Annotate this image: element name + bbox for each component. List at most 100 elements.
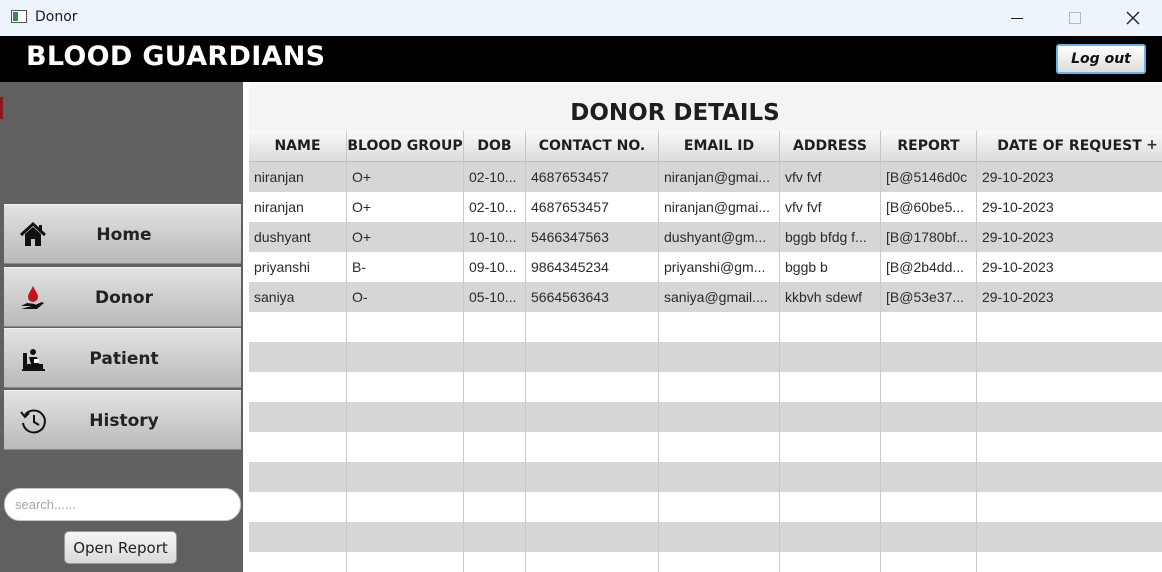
minimize-button[interactable] bbox=[988, 0, 1046, 36]
table-cell bbox=[347, 372, 464, 402]
table-row[interactable] bbox=[249, 432, 1162, 462]
sidebar: Home Donor Patient History Open Report bbox=[0, 82, 243, 572]
table-row[interactable]: saniya O- 05-10... 5664563643 saniya@gmail..… bbox=[249, 282, 1162, 312]
minimize-icon bbox=[1011, 17, 1023, 19]
table-cell bbox=[659, 492, 780, 522]
table-cell bbox=[526, 522, 659, 552]
blood-donation-icon bbox=[21, 286, 44, 309]
table-cell bbox=[780, 312, 881, 342]
table-row[interactable] bbox=[249, 492, 1162, 522]
table-cell bbox=[659, 432, 780, 462]
table-cell bbox=[659, 312, 780, 342]
donor-table[interactable]: NAME BLOOD GROUP DOB CONTACT NO. EMAIL I… bbox=[249, 131, 1162, 572]
column-header-report[interactable]: REPORT bbox=[881, 131, 977, 161]
table-cell: niranjan bbox=[249, 162, 347, 192]
sidebar-item-label: Donor bbox=[95, 288, 153, 308]
table-cell bbox=[464, 432, 526, 462]
table-cell: 05-10... bbox=[464, 282, 526, 312]
table-header: NAME BLOOD GROUP DOB CONTACT NO. EMAIL I… bbox=[249, 131, 1162, 162]
table-cell bbox=[977, 552, 1142, 572]
table-cell: 5664563643 bbox=[526, 282, 659, 312]
table-row[interactable]: niranjan O+ 02-10... 4687653457 niranjan@gma… bbox=[249, 162, 1162, 192]
table-cell bbox=[881, 342, 977, 372]
sidebar-item-donor[interactable]: Donor bbox=[4, 267, 241, 327]
search-input[interactable] bbox=[4, 488, 241, 521]
table-cell bbox=[881, 432, 977, 462]
brand-title: BLOOD GUARDIANS bbox=[26, 41, 326, 72]
table-cell bbox=[780, 462, 881, 492]
table-cell bbox=[464, 462, 526, 492]
sidebar-item-patient[interactable]: Patient bbox=[4, 328, 241, 388]
table-cell: 29-10-2023 bbox=[982, 199, 1054, 215]
column-header-contact[interactable]: CONTACT NO. bbox=[526, 131, 659, 161]
table-cell: saniya bbox=[249, 282, 347, 312]
table-cell bbox=[881, 492, 977, 522]
column-menu-button[interactable]: + bbox=[1142, 131, 1162, 161]
table-cell bbox=[464, 522, 526, 552]
column-header-email[interactable]: EMAIL ID bbox=[659, 131, 780, 161]
table-cell bbox=[249, 342, 347, 372]
table-cell bbox=[659, 552, 780, 572]
close-button[interactable] bbox=[1104, 0, 1162, 36]
table-row[interactable] bbox=[249, 342, 1162, 372]
table-row[interactable]: priyanshi B- 09-10... 9864345234 priyanshi@g… bbox=[249, 252, 1162, 282]
column-header-address[interactable]: ADDRESS bbox=[780, 131, 881, 161]
table-cell bbox=[659, 402, 780, 432]
table-cell: dushyant@gm... bbox=[659, 222, 780, 252]
sidebar-accent bbox=[0, 97, 3, 119]
table-row[interactable] bbox=[249, 552, 1162, 572]
table-cell bbox=[977, 372, 1142, 402]
table-cell: 5466347563 bbox=[526, 222, 659, 252]
table-cell bbox=[526, 432, 659, 462]
table-cell: O+ bbox=[347, 192, 464, 222]
maximize-icon bbox=[1069, 12, 1081, 24]
open-report-button[interactable]: Open Report bbox=[64, 531, 177, 564]
table-row[interactable] bbox=[249, 402, 1162, 432]
column-header-name[interactable]: NAME bbox=[249, 131, 347, 161]
table-cell: niranjan bbox=[249, 192, 347, 222]
table-cell bbox=[881, 522, 977, 552]
table-cell bbox=[881, 312, 977, 342]
table-cell bbox=[780, 372, 881, 402]
sidebar-item-home[interactable]: Home bbox=[4, 204, 241, 264]
table-cell: bggb bfdg f... bbox=[780, 222, 881, 252]
table-row[interactable]: niranjan O+ 02-10... 4687653457 niranjan@gma… bbox=[249, 192, 1162, 222]
maximize-button[interactable] bbox=[1046, 0, 1104, 36]
table-cell: O+ bbox=[347, 162, 464, 192]
table-row[interactable] bbox=[249, 462, 1162, 492]
column-header-dob[interactable]: DOB bbox=[464, 131, 526, 161]
sidebar-item-history[interactable]: History bbox=[4, 390, 241, 450]
table-cell: [B@5146d0c bbox=[881, 162, 977, 192]
patient-icon bbox=[22, 349, 45, 371]
column-header-date-of-request[interactable]: DATE OF REQUEST bbox=[977, 131, 1142, 161]
table-cell bbox=[347, 522, 464, 552]
table-cell: priyanshi@gm... bbox=[659, 252, 780, 282]
table-cell: bggb b bbox=[780, 252, 881, 282]
table-cell: 4687653457 bbox=[526, 192, 659, 222]
table-cell bbox=[659, 522, 780, 552]
table-row[interactable] bbox=[249, 522, 1162, 552]
table-cell bbox=[659, 342, 780, 372]
table-row[interactable]: dushyant O+ 10-10... 5466347563 dushyant@gm.… bbox=[249, 222, 1162, 252]
table-cell: B- bbox=[347, 252, 464, 282]
table-cell: vfv fvf bbox=[780, 162, 881, 192]
table-cell bbox=[780, 342, 881, 372]
table-cell bbox=[347, 312, 464, 342]
table-cell bbox=[526, 342, 659, 372]
column-header-blood-group[interactable]: BLOOD GROUP bbox=[347, 131, 464, 161]
table-cell bbox=[249, 462, 347, 492]
table-cell bbox=[347, 402, 464, 432]
table-cell bbox=[780, 432, 881, 462]
logout-button[interactable]: Log out bbox=[1056, 44, 1146, 74]
table-cell: 29-10-2023 bbox=[982, 169, 1054, 185]
table-cell bbox=[464, 342, 526, 372]
table-row[interactable] bbox=[249, 312, 1162, 342]
table-cell bbox=[464, 552, 526, 572]
table-cell bbox=[249, 492, 347, 522]
table-cell bbox=[977, 462, 1142, 492]
history-icon bbox=[20, 409, 46, 434]
table-cell bbox=[977, 312, 1142, 342]
table-cell: [B@1780bf... bbox=[881, 222, 977, 252]
table-cell: dushyant bbox=[249, 222, 347, 252]
table-row[interactable] bbox=[249, 372, 1162, 402]
